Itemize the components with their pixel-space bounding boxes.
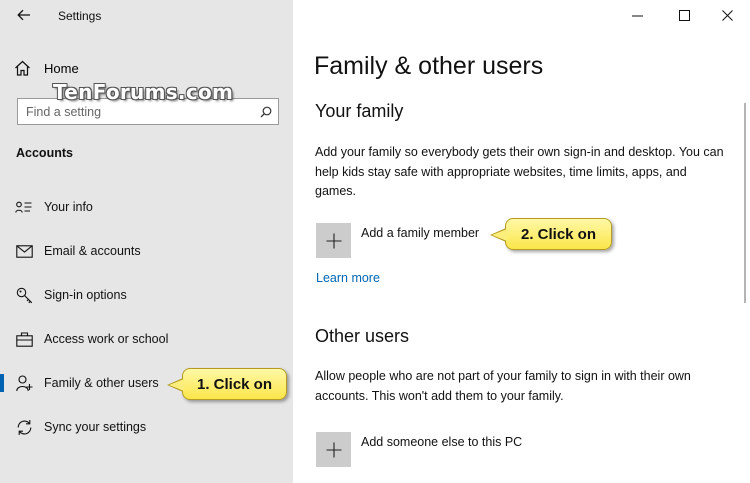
your-family-heading: Your family [315, 101, 404, 121]
other-users-description: Allow people who are not part of your fa… [315, 369, 691, 403]
briefcase-icon [15, 330, 33, 348]
sidebar-item-access-work-school[interactable]: Access work or school [0, 317, 293, 361]
home-icon [15, 60, 30, 76]
search-icon[interactable] [254, 99, 278, 124]
callout-text: 2. Click on [520, 225, 597, 243]
plus-icon [316, 432, 351, 467]
section-heading: Accounts [16, 146, 73, 160]
home-nav-item[interactable]: Home [14, 58, 79, 78]
sidebar-item-your-info[interactable]: Your info [0, 185, 293, 229]
add-family-member-label: Add a family member [361, 226, 480, 240]
callout-step-1: 1. Click on [167, 368, 287, 400]
key-icon [15, 286, 33, 304]
search-box[interactable] [17, 98, 279, 125]
sync-icon [15, 418, 33, 436]
add-someone-else-button[interactable]: Add someone else to this PC [316, 432, 522, 467]
home-label: Home [44, 60, 79, 76]
contact-card-icon [15, 198, 33, 216]
sidebar-item-label: Sign-in options [44, 288, 127, 302]
learn-more-link[interactable]: Learn more [316, 271, 380, 285]
sidebar-item-sign-in-options[interactable]: Sign-in options [0, 273, 293, 317]
person-add-icon [15, 374, 33, 392]
plus-icon [316, 223, 351, 258]
close-button[interactable] [704, 0, 750, 31]
sidebar-item-label: Sync your settings [44, 420, 147, 434]
app-title: Settings [58, 9, 102, 23]
maximize-icon [678, 10, 690, 21]
add-family-member-button[interactable]: Add a family member [316, 223, 479, 258]
back-button[interactable] [13, 4, 35, 26]
callout-text: 1. Click on [196, 375, 273, 393]
maximize-button[interactable] [661, 0, 707, 31]
back-arrow-icon [17, 9, 30, 21]
scrollbar[interactable] [744, 103, 746, 303]
close-icon [721, 10, 733, 21]
callout-pointer-fill [169, 379, 184, 391]
minimize-icon [631, 15, 643, 16]
sidebar-item-label: Email & accounts [44, 244, 141, 258]
page-title: Family & other users [314, 52, 544, 80]
sidebar: Settings Home TenForums.com Accounts You… [0, 0, 293, 483]
callout-step-2: 2. Click on [490, 218, 612, 250]
sidebar-item-label: Family & other users [44, 376, 159, 390]
callout-pointer-fill [492, 229, 507, 241]
sidebar-item-label: Access work or school [44, 332, 169, 346]
your-family-description: Add your family so everybody gets their … [315, 145, 724, 198]
sidebar-item-email-accounts[interactable]: Email & accounts [0, 229, 293, 273]
sidebar-item-label: Your info [44, 200, 93, 214]
add-someone-else-label: Add someone else to this PC [361, 435, 523, 449]
minimize-button[interactable] [614, 0, 660, 31]
mail-icon [15, 242, 33, 260]
sidebar-item-sync-settings[interactable]: Sync your settings [0, 405, 293, 449]
search-input[interactable] [18, 99, 254, 124]
other-users-heading: Other users [315, 326, 410, 346]
